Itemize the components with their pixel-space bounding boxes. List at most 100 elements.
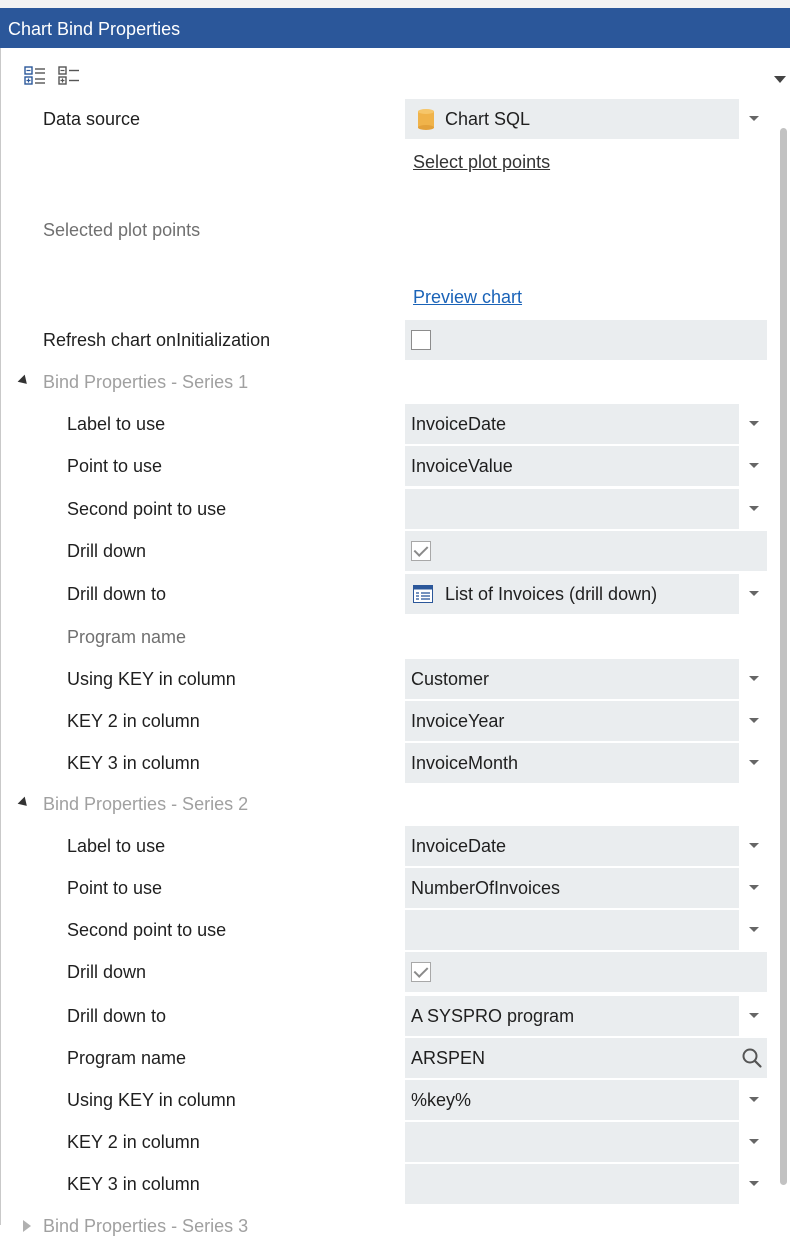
chevron-down-icon[interactable] xyxy=(739,659,767,699)
s1-key2-value: InvoiceYear xyxy=(411,711,505,731)
s1-label-to-use-row: Label to use InvoiceDate xyxy=(1,404,771,444)
chevron-down-icon[interactable] xyxy=(739,404,767,444)
s2-key3-label: KEY 3 in column xyxy=(67,1174,200,1194)
s1-drill-down-to-select[interactable]: List of Invoices (drill down) xyxy=(405,574,767,614)
s2-program-name-value: ARSPEN xyxy=(411,1048,486,1068)
expand-triangle-icon[interactable] xyxy=(17,796,31,810)
s2-drill-down-row: Drill down xyxy=(1,952,771,992)
s2-drill-down-value xyxy=(405,952,767,992)
s1-second-point-select[interactable] xyxy=(405,489,767,529)
s2-label-to-use-row: Label to use InvoiceDate xyxy=(1,826,771,866)
preview-chart-link[interactable]: Preview chart xyxy=(413,277,522,317)
scrollbar-thumb[interactable] xyxy=(780,128,787,1185)
s2-label-to-use-value: InvoiceDate xyxy=(411,836,507,856)
selected-plot-points-row: Selected plot points xyxy=(1,210,771,250)
s1-key2-select[interactable]: InvoiceYear xyxy=(405,701,767,741)
data-source-row: Data source Chart SQL xyxy=(1,99,771,139)
vertical-scrollbar[interactable] xyxy=(777,128,790,1225)
series1-header[interactable]: Bind Properties - Series 1 xyxy=(1,362,771,402)
s2-drill-down-to-label: Drill down to xyxy=(67,1006,167,1026)
s1-key2-label: KEY 2 in column xyxy=(67,711,200,731)
s1-key3-value: InvoiceMonth xyxy=(411,753,519,773)
s2-using-key-select[interactable]: %key% xyxy=(405,1080,767,1120)
chevron-down-icon[interactable] xyxy=(739,99,767,139)
s2-point-to-use-value: NumberOfInvoices xyxy=(411,878,561,898)
chevron-down-icon[interactable] xyxy=(739,489,767,529)
s1-key3-select[interactable]: InvoiceMonth xyxy=(405,743,767,783)
s1-label-to-use-select[interactable]: InvoiceDate xyxy=(405,404,767,444)
chevron-down-icon[interactable] xyxy=(739,1080,767,1120)
s1-drill-down-checkbox[interactable] xyxy=(411,541,431,561)
s2-label-to-use-select[interactable]: InvoiceDate xyxy=(405,826,767,866)
window-top-strip xyxy=(0,0,790,8)
series2-title: Bind Properties - Series 2 xyxy=(43,794,249,814)
data-source-select[interactable]: Chart SQL xyxy=(405,99,767,139)
s1-point-to-use-label: Point to use xyxy=(67,456,163,476)
chevron-down-icon[interactable] xyxy=(739,910,767,950)
s2-key2-row: KEY 2 in column xyxy=(1,1122,771,1162)
chevron-down-icon[interactable] xyxy=(739,446,767,486)
s2-second-point-select[interactable] xyxy=(405,910,767,950)
refresh-label: Refresh chart onInitialization xyxy=(43,330,271,350)
panel-menu-chevron-down-icon[interactable] xyxy=(774,76,786,83)
s2-program-name-row: Program name ARSPEN xyxy=(1,1038,771,1078)
chevron-down-icon[interactable] xyxy=(739,1122,767,1162)
s1-program-name-row: Program name xyxy=(1,617,771,657)
preview-chart-row: Preview chart xyxy=(1,277,771,317)
s2-point-to-use-row: Point to use NumberOfInvoices xyxy=(1,868,771,908)
series1-title: Bind Properties - Series 1 xyxy=(43,372,249,392)
chevron-down-icon[interactable] xyxy=(739,1164,767,1204)
s2-point-to-use-label: Point to use xyxy=(67,878,163,898)
s1-drill-down-to-row: Drill down to List of Invoices (drill do… xyxy=(1,574,771,614)
series3-title: Bind Properties - Series 3 xyxy=(43,1216,249,1236)
series3-header[interactable]: Bind Properties - Series 3 xyxy=(1,1206,771,1246)
s2-drill-down-to-row: Drill down to A SYSPRO program xyxy=(1,996,771,1036)
chevron-down-icon[interactable] xyxy=(739,743,767,783)
s1-using-key-value: Customer xyxy=(411,669,490,689)
categorized-view-icon[interactable] xyxy=(23,64,47,88)
s1-drill-down-row: Drill down xyxy=(1,531,771,571)
series2-header[interactable]: Bind Properties - Series 2 xyxy=(1,784,771,824)
chevron-down-icon[interactable] xyxy=(739,826,767,866)
s1-using-key-select[interactable]: Customer xyxy=(405,659,767,699)
chevron-down-icon[interactable] xyxy=(739,996,767,1036)
s2-key3-row: KEY 3 in column xyxy=(1,1164,771,1204)
s1-key2-row: KEY 2 in column InvoiceYear xyxy=(1,701,771,741)
s2-key3-select[interactable] xyxy=(405,1164,767,1204)
s1-second-point-label: Second point to use xyxy=(67,499,227,519)
s1-drill-down-to-value: List of Invoices (drill down) xyxy=(445,584,658,604)
chevron-down-icon[interactable] xyxy=(739,868,767,908)
alphabetical-view-icon[interactable] xyxy=(57,64,81,88)
s2-drill-down-to-select[interactable]: A SYSPRO program xyxy=(405,996,767,1036)
s2-key2-select[interactable] xyxy=(405,1122,767,1162)
s1-drill-down-value xyxy=(405,531,767,571)
select-plot-points-link[interactable]: Select plot points xyxy=(413,142,550,182)
s1-key3-row: KEY 3 in column InvoiceMonth xyxy=(1,743,771,783)
s2-using-key-row: Using KEY in column %key% xyxy=(1,1080,771,1120)
search-icon[interactable] xyxy=(741,1047,763,1069)
s1-key3-label: KEY 3 in column xyxy=(67,753,200,773)
s2-label-to-use-label: Label to use xyxy=(67,836,166,856)
s2-using-key-label: Using KEY in column xyxy=(67,1090,236,1110)
s1-label-to-use-value: InvoiceDate xyxy=(411,414,507,434)
select-plot-points-row: Select plot points xyxy=(1,142,771,182)
expand-triangle-icon[interactable] xyxy=(17,374,31,388)
s2-drill-down-to-value: A SYSPRO program xyxy=(411,1006,575,1026)
database-icon xyxy=(418,109,434,130)
s1-second-point-row: Second point to use xyxy=(1,489,771,529)
refresh-checkbox[interactable] xyxy=(411,330,431,350)
s2-drill-down-checkbox[interactable] xyxy=(411,962,431,982)
s2-using-key-value: %key% xyxy=(411,1090,472,1110)
s1-label-to-use-label: Label to use xyxy=(67,414,166,434)
chevron-down-icon[interactable] xyxy=(739,574,767,614)
data-source-label: Data source xyxy=(43,109,141,129)
s2-point-to-use-select[interactable]: NumberOfInvoices xyxy=(405,868,767,908)
s1-point-to-use-select[interactable]: InvoiceValue xyxy=(405,446,767,486)
s1-drill-down-to-label: Drill down to xyxy=(67,584,167,604)
s2-program-name-input[interactable]: ARSPEN xyxy=(405,1038,767,1078)
collapse-triangle-icon[interactable] xyxy=(23,1220,31,1232)
property-toolbar xyxy=(23,64,81,92)
s1-point-to-use-value: InvoiceValue xyxy=(411,456,513,476)
s1-program-name-label: Program name xyxy=(67,627,187,647)
chevron-down-icon[interactable] xyxy=(739,701,767,741)
